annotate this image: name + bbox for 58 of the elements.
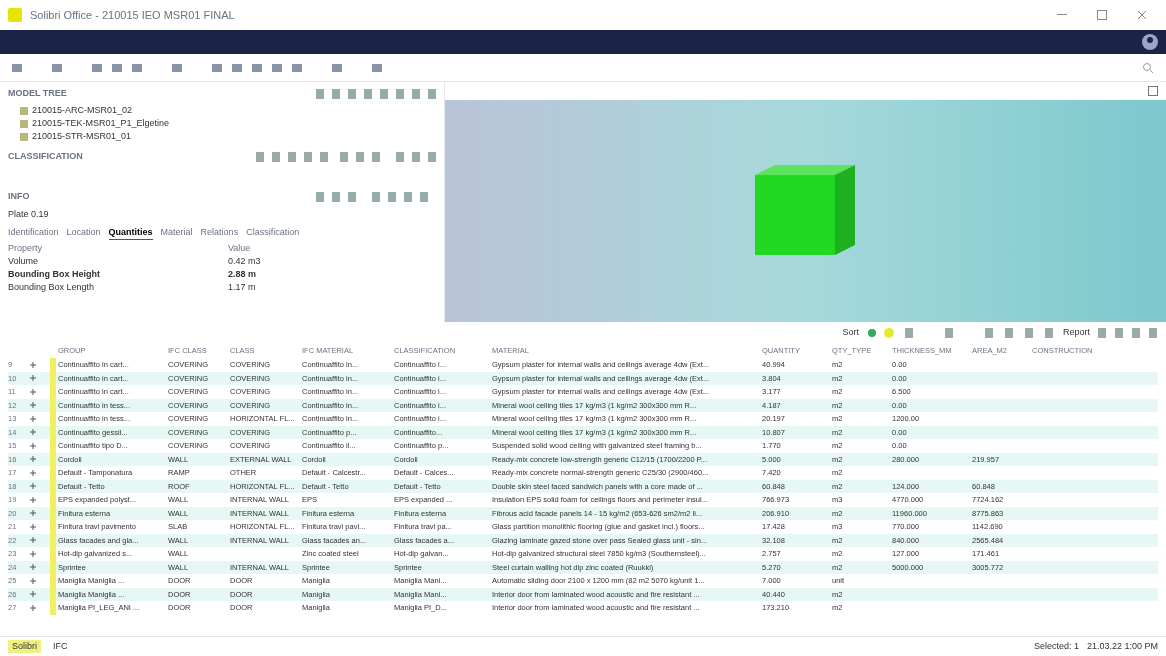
- tree-item[interactable]: 210015-STR-MSR01_01: [32, 130, 132, 144]
- color-toggle-icon[interactable]: [867, 328, 897, 338]
- expand-icon[interactable]: [30, 604, 36, 611]
- tree-item[interactable]: 210015-ARC-MSR01_02: [32, 104, 133, 118]
- user-avatar-icon[interactable]: [1142, 34, 1158, 50]
- info-tab[interactable]: Location: [66, 226, 101, 240]
- expand-icon[interactable]: [30, 429, 36, 436]
- expand-icon[interactable]: [30, 442, 36, 449]
- panel-tools-icon[interactable]: [256, 152, 436, 162]
- expand-icon[interactable]: [30, 388, 36, 395]
- property-name: Bounding Box Height: [8, 267, 101, 281]
- property-name: Bounding Box Length: [8, 280, 96, 294]
- info-tab[interactable]: Identification: [8, 226, 59, 240]
- status-text: 21.03.22 1:00 PM: [1086, 639, 1158, 653]
- expand-icon[interactable]: [30, 523, 36, 530]
- property-value: 2.88 m: [228, 267, 257, 281]
- expand-icon[interactable]: [30, 496, 36, 503]
- maximize-icon[interactable]: [1097, 10, 1107, 20]
- info-tab[interactable]: Material: [160, 226, 193, 240]
- expand-icon[interactable]: [30, 483, 36, 490]
- expand-icon[interactable]: [30, 550, 36, 557]
- status-tab[interactable]: Solibri: [8, 639, 41, 654]
- info-tab[interactable]: Relations: [200, 226, 239, 240]
- info-tab[interactable]: Classification: [246, 226, 300, 240]
- expand-icon[interactable]: [30, 510, 36, 517]
- app-logo-icon: [8, 8, 22, 22]
- expand-icon[interactable]: [30, 564, 36, 571]
- property-value: 1.17 m: [228, 280, 256, 294]
- tree-item[interactable]: 210015-TEK-MSR01_P1_Elgetine: [32, 117, 170, 131]
- panel-tools-icon[interactable]: [316, 89, 436, 99]
- info-tab[interactable]: Quantities: [108, 225, 153, 241]
- column-header: Property: [8, 241, 43, 255]
- window-icon[interactable]: [1148, 86, 1158, 96]
- expand-icon[interactable]: [30, 361, 36, 368]
- expand-icon[interactable]: [30, 577, 36, 584]
- property-name: Volume: [8, 254, 40, 268]
- selection-count: Selected: 1: [1033, 639, 1079, 653]
- expand-icon[interactable]: [30, 402, 36, 409]
- layout-icon[interactable]: [1098, 328, 1158, 338]
- panel-title: MODEL TREE: [8, 87, 67, 101]
- column-header: Value: [228, 241, 251, 255]
- search-icon[interactable]: [1142, 61, 1154, 74]
- close-icon[interactable]: [1137, 10, 1147, 20]
- panel-title: INFO: [8, 190, 30, 204]
- expand-icon[interactable]: [30, 591, 36, 598]
- expand-icon[interactable]: [30, 415, 36, 422]
- sort-button[interactable]: Sort: [842, 326, 859, 340]
- expand-icon[interactable]: [30, 469, 36, 476]
- expand-icon[interactable]: [30, 537, 36, 544]
- property-value: 0.42 m3: [228, 254, 261, 268]
- status-tab[interactable]: IFC: [49, 639, 72, 654]
- expand-icon[interactable]: [30, 456, 36, 463]
- expand-icon[interactable]: [30, 375, 36, 382]
- report-button[interactable]: Report: [1063, 326, 1090, 340]
- panel-title: CLASSIFICATION: [8, 150, 83, 164]
- minimize-icon[interactable]: [1057, 14, 1067, 16]
- object-name: Plate 0.19: [8, 208, 50, 222]
- window-title: Solibri Office - 210015 IEO MSR01 FINAL: [30, 7, 235, 23]
